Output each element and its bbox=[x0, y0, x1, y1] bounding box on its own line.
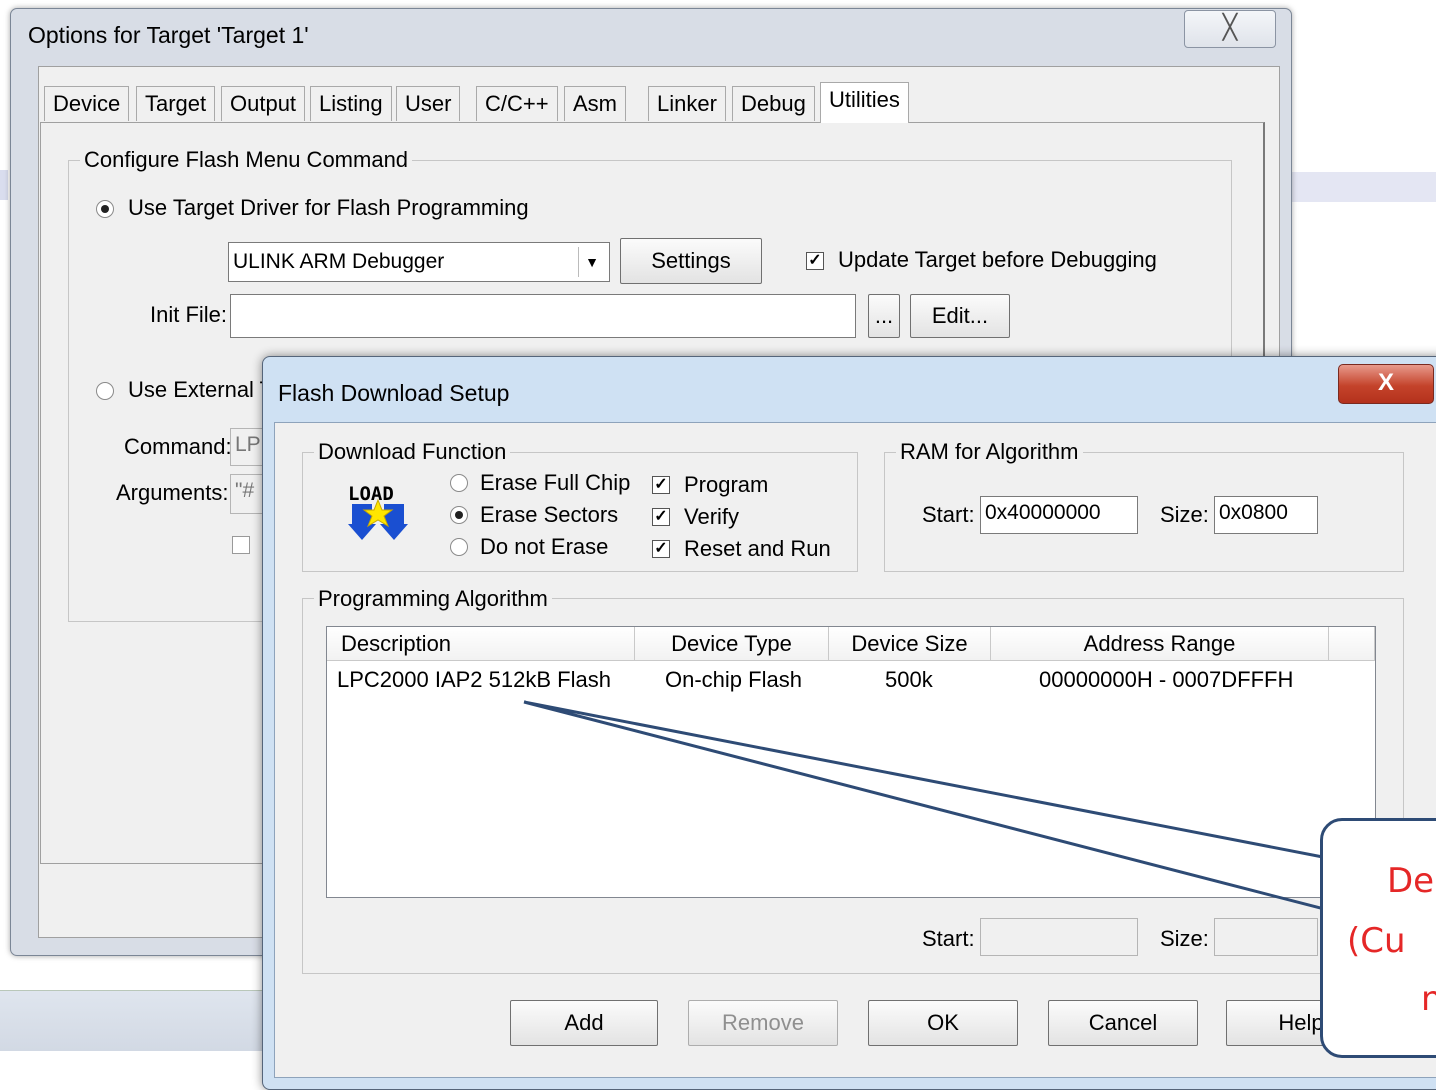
callout-line-1: De bbox=[1387, 861, 1435, 901]
callout-pointer bbox=[523, 700, 1330, 912]
callout-line-2: (Cu bbox=[1347, 921, 1406, 961]
annotation-callout: De (Cu n bbox=[1320, 818, 1436, 1058]
callout-line-3: n bbox=[1421, 979, 1436, 1019]
